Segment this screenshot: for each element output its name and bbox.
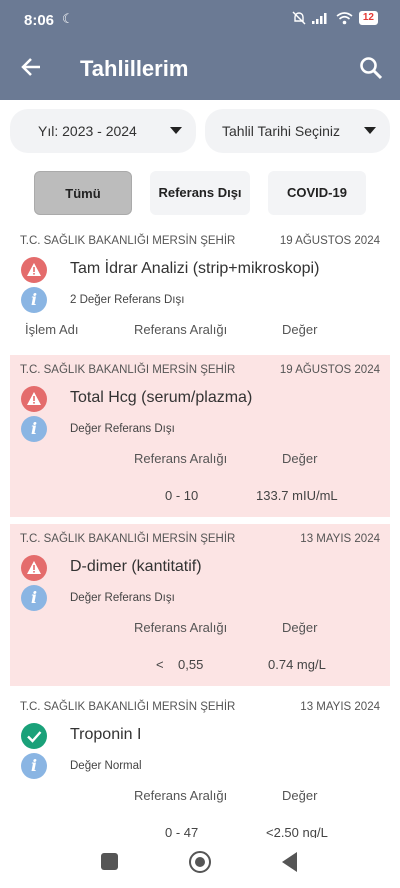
nav-back-icon[interactable] [282,852,297,872]
result-value: 133.7 mIU/mL [256,488,338,503]
warning-icon [21,555,47,581]
year-dropdown[interactable]: Yıl: 2023 - 2024 [10,109,196,153]
status-bar: 8:06 ☾ 12 [0,0,400,38]
chevron-down-icon [364,127,376,134]
reference-range: < 0,55 [156,657,204,672]
test-date-dropdown[interactable]: Tahlil Tarihi Seçiniz [205,109,390,153]
result-date: 13 MAYIS 2024 [300,533,380,545]
result-card[interactable]: T.C. SAĞLIK BAKANLIĞI MERSİN ŞEHİR 13 MA… [10,692,390,840]
status-time: 8:06 [24,12,55,29]
column-header-range: Referans Aralığı [134,788,228,803]
recents-icon[interactable] [101,853,118,870]
search-icon[interactable] [358,55,384,81]
info-icon[interactable]: i [21,416,47,442]
result-date: 19 AĞUSTOS 2024 [279,364,380,376]
warning-icon [21,386,47,412]
column-header-range: Referans Aralığı [134,620,228,635]
info-icon[interactable]: i [21,287,47,313]
chevron-down-icon [170,127,182,134]
warning-icon [21,257,47,283]
institution-name: T.C. SAĞLIK BAKANLIĞI MERSİN ŞEHİR [20,701,236,713]
status-icons: 12 [292,11,378,25]
check-icon [21,723,47,749]
page-title: Tahlillerim [80,56,189,81]
mute-bell-icon [292,11,306,25]
test-date-dropdown-label: Tahlil Tarihi Seçiniz [222,123,341,139]
tab-out-of-reference[interactable]: Referans Dışı [150,171,250,215]
tab-all[interactable]: Tümü [34,171,132,215]
system-nav-bar [0,838,400,888]
column-header-value: Değer [282,451,318,466]
institution-name: T.C. SAĞLIK BAKANLIĞI MERSİN ŞEHİR [20,533,236,545]
result-card[interactable]: T.C. SAĞLIK BAKANLIĞI MERSİN ŞEHİR 19 AĞ… [10,355,390,517]
column-header-name: İşlem Adı [25,322,79,337]
result-summary: Değer Normal [70,760,142,772]
reference-range: 0 - 10 [165,488,199,503]
moon-icon: ☾ [62,11,74,26]
info-icon[interactable]: i [21,585,47,611]
result-card[interactable]: T.C. SAĞLIK BAKANLIĞI MERSİN ŞEHİR 13 MA… [10,524,390,686]
year-dropdown-label: Yıl: 2023 - 2024 [38,123,137,139]
test-name: Troponin I [70,726,142,743]
result-card[interactable]: T.C. SAĞLIK BAKANLIĞI MERSİN ŞEHİR 19 AĞ… [10,226,390,346]
info-icon[interactable]: i [21,753,47,779]
tab-covid-19[interactable]: COVID-19 [268,171,366,215]
column-header-value: Değer [282,788,318,803]
test-name: Tam İdrar Analizi (strip+mikroskopi) [70,260,320,277]
back-arrow-icon[interactable] [18,53,46,81]
result-summary: 2 Değer Referans Dışı [70,294,185,306]
battery-icon: 12 [358,11,378,25]
column-header-range: Referans Aralığı [134,451,228,466]
column-header-value: Değer [282,620,318,635]
test-name: D-dimer (kantitatif) [70,558,202,575]
home-icon[interactable] [189,851,211,873]
column-header-value: Değer [282,322,318,337]
institution-name: T.C. SAĞLIK BAKANLIĞI MERSİN ŞEHİR [20,235,236,247]
app-bar: Tahlillerim [0,38,400,100]
result-value: 0.74 mg/L [268,657,326,672]
wifi-icon [336,11,353,24]
result-summary: Değer Referans Dışı [70,423,175,435]
test-name: Total Hcg (serum/plazma) [70,389,253,406]
column-header-range: Referans Aralığı [134,322,228,337]
result-date: 19 AĞUSTOS 2024 [279,235,380,247]
signal-icon [311,13,327,24]
result-summary: Değer Referans Dışı [70,592,175,604]
institution-name: T.C. SAĞLIK BAKANLIĞI MERSİN ŞEHİR [20,364,236,376]
result-date: 13 MAYIS 2024 [300,701,380,713]
